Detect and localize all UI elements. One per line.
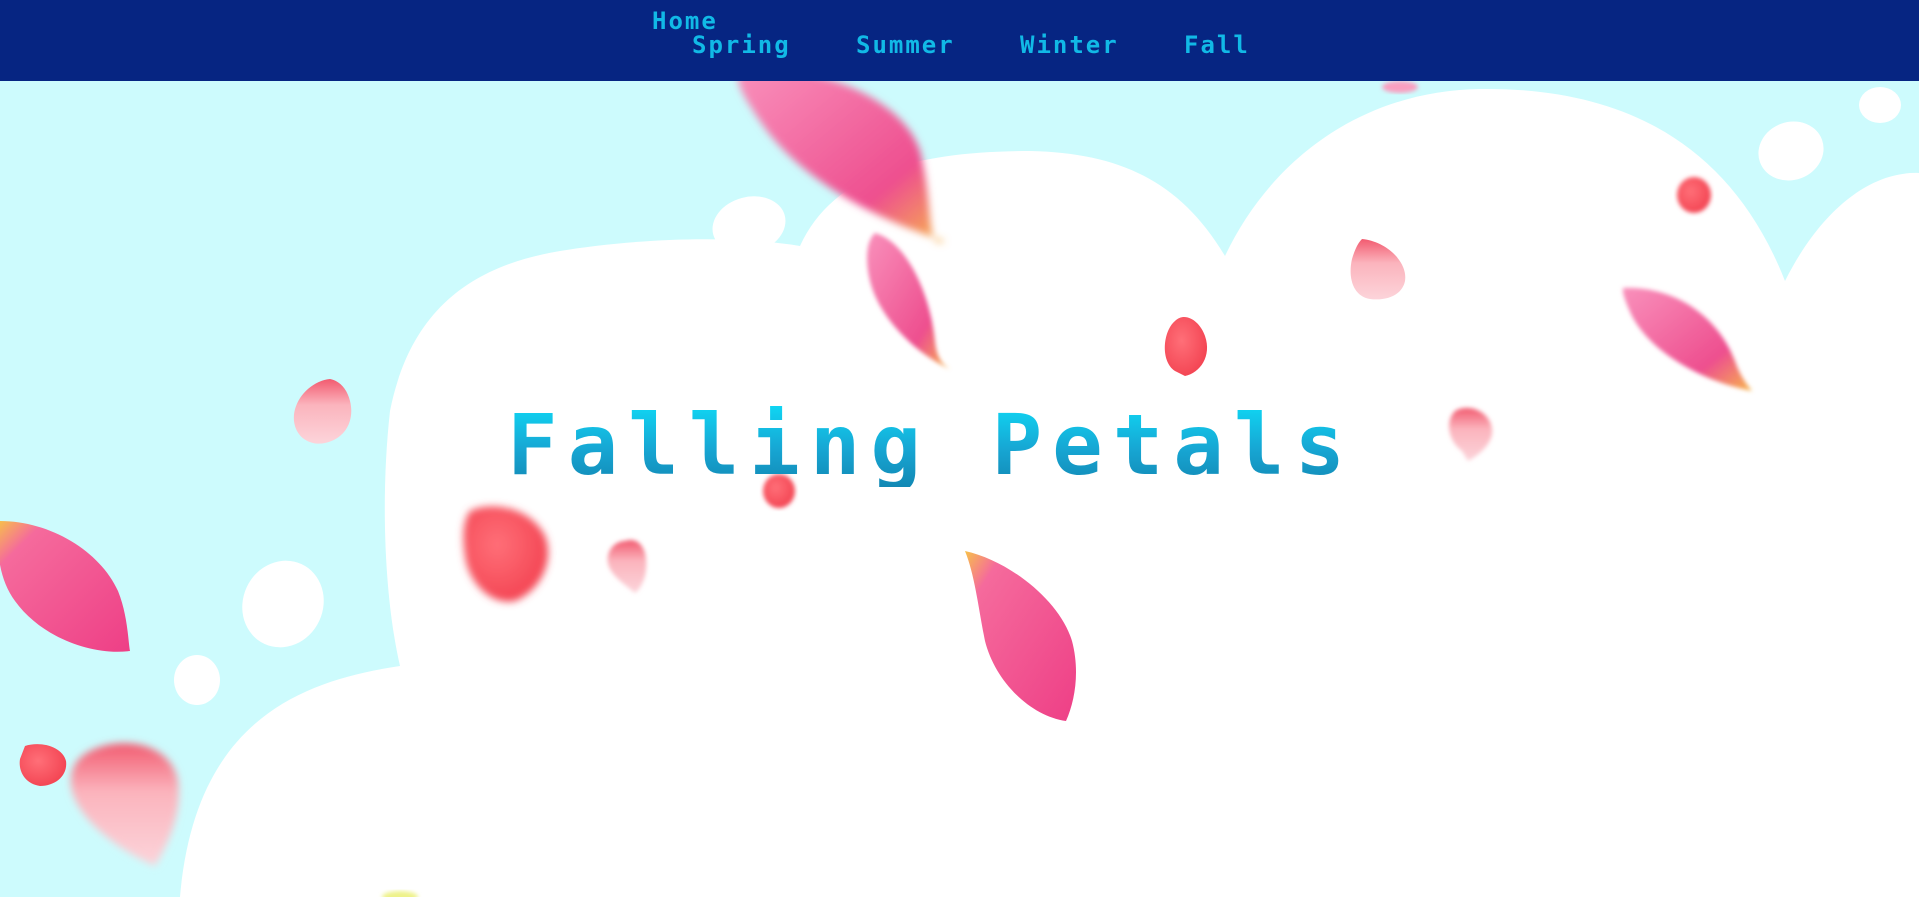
petal-icon <box>70 743 179 866</box>
petal-icon <box>293 379 352 444</box>
nav-link-summer[interactable]: Summer <box>856 33 955 57</box>
petal-icon <box>0 521 130 652</box>
petal-icon <box>1382 81 1418 93</box>
petal-icon <box>1677 177 1711 213</box>
top-navbar: Home Spring Summer Winter Fall <box>0 0 1919 81</box>
petal-icon <box>19 744 67 786</box>
nav-link-winter[interactable]: Winter <box>1020 33 1119 57</box>
nav-link-fall[interactable]: Fall <box>1184 33 1250 57</box>
hero-section: Falling Petals <box>0 81 1919 897</box>
nav-link-spring[interactable]: Spring <box>692 33 791 57</box>
nav-link-home[interactable]: Home <box>652 9 718 33</box>
hero-title: Falling Petals <box>507 403 1407 487</box>
